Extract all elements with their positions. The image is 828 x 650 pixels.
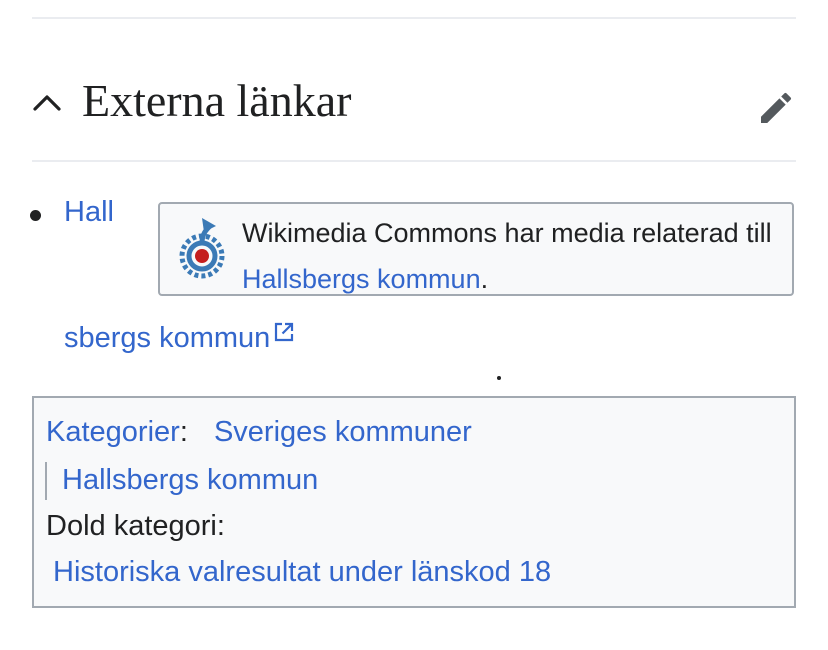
- categories-label-link[interactable]: Kategorier: [46, 416, 180, 448]
- hidden-category-link[interactable]: Historiska valresultat under länskod 18: [53, 556, 551, 589]
- external-link-icon: [275, 322, 294, 342]
- hidden-category-label: Dold kategori:: [46, 510, 225, 542]
- pencil-icon[interactable]: [756, 88, 796, 128]
- list-bullet: [30, 210, 41, 221]
- commons-text: Wikimedia Commons har media relaterad ti…: [242, 210, 790, 302]
- external-link-hallsbergs-start[interactable]: Hall: [64, 196, 114, 229]
- commons-text-after: .: [480, 264, 489, 294]
- divider-top: [32, 17, 796, 19]
- section-divider: [32, 160, 796, 162]
- category-box: Kategorier: Sveriges kommuner Hallsbergs…: [32, 396, 796, 608]
- external-link-hallsbergs[interactable]: sbergs kommun: [64, 321, 295, 355]
- category-separator: [45, 462, 47, 500]
- category-link-hallsbergs-kommun[interactable]: Hallsbergs kommun: [62, 464, 318, 497]
- period-dot: [497, 376, 501, 380]
- wikimedia-commons-logo: [179, 218, 225, 279]
- commons-text-before: Wikimedia Commons har media relaterad ti…: [242, 218, 772, 248]
- categories-colon: :: [179, 416, 188, 448]
- chevron-up-icon[interactable]: [32, 88, 62, 118]
- commons-link[interactable]: Hallsbergs kommun: [242, 264, 481, 294]
- category-link-sveriges-kommuner[interactable]: Sveriges kommuner: [214, 416, 472, 448]
- external-link-text[interactable]: sbergs kommun: [64, 322, 270, 354]
- commons-box: Wikimedia Commons har media relaterad ti…: [158, 202, 794, 296]
- category-header: Kategorier: Sveriges kommuner: [46, 416, 472, 449]
- section-title: Externa länkar: [82, 75, 352, 126]
- section-heading[interactable]: Externa länkar: [32, 70, 796, 134]
